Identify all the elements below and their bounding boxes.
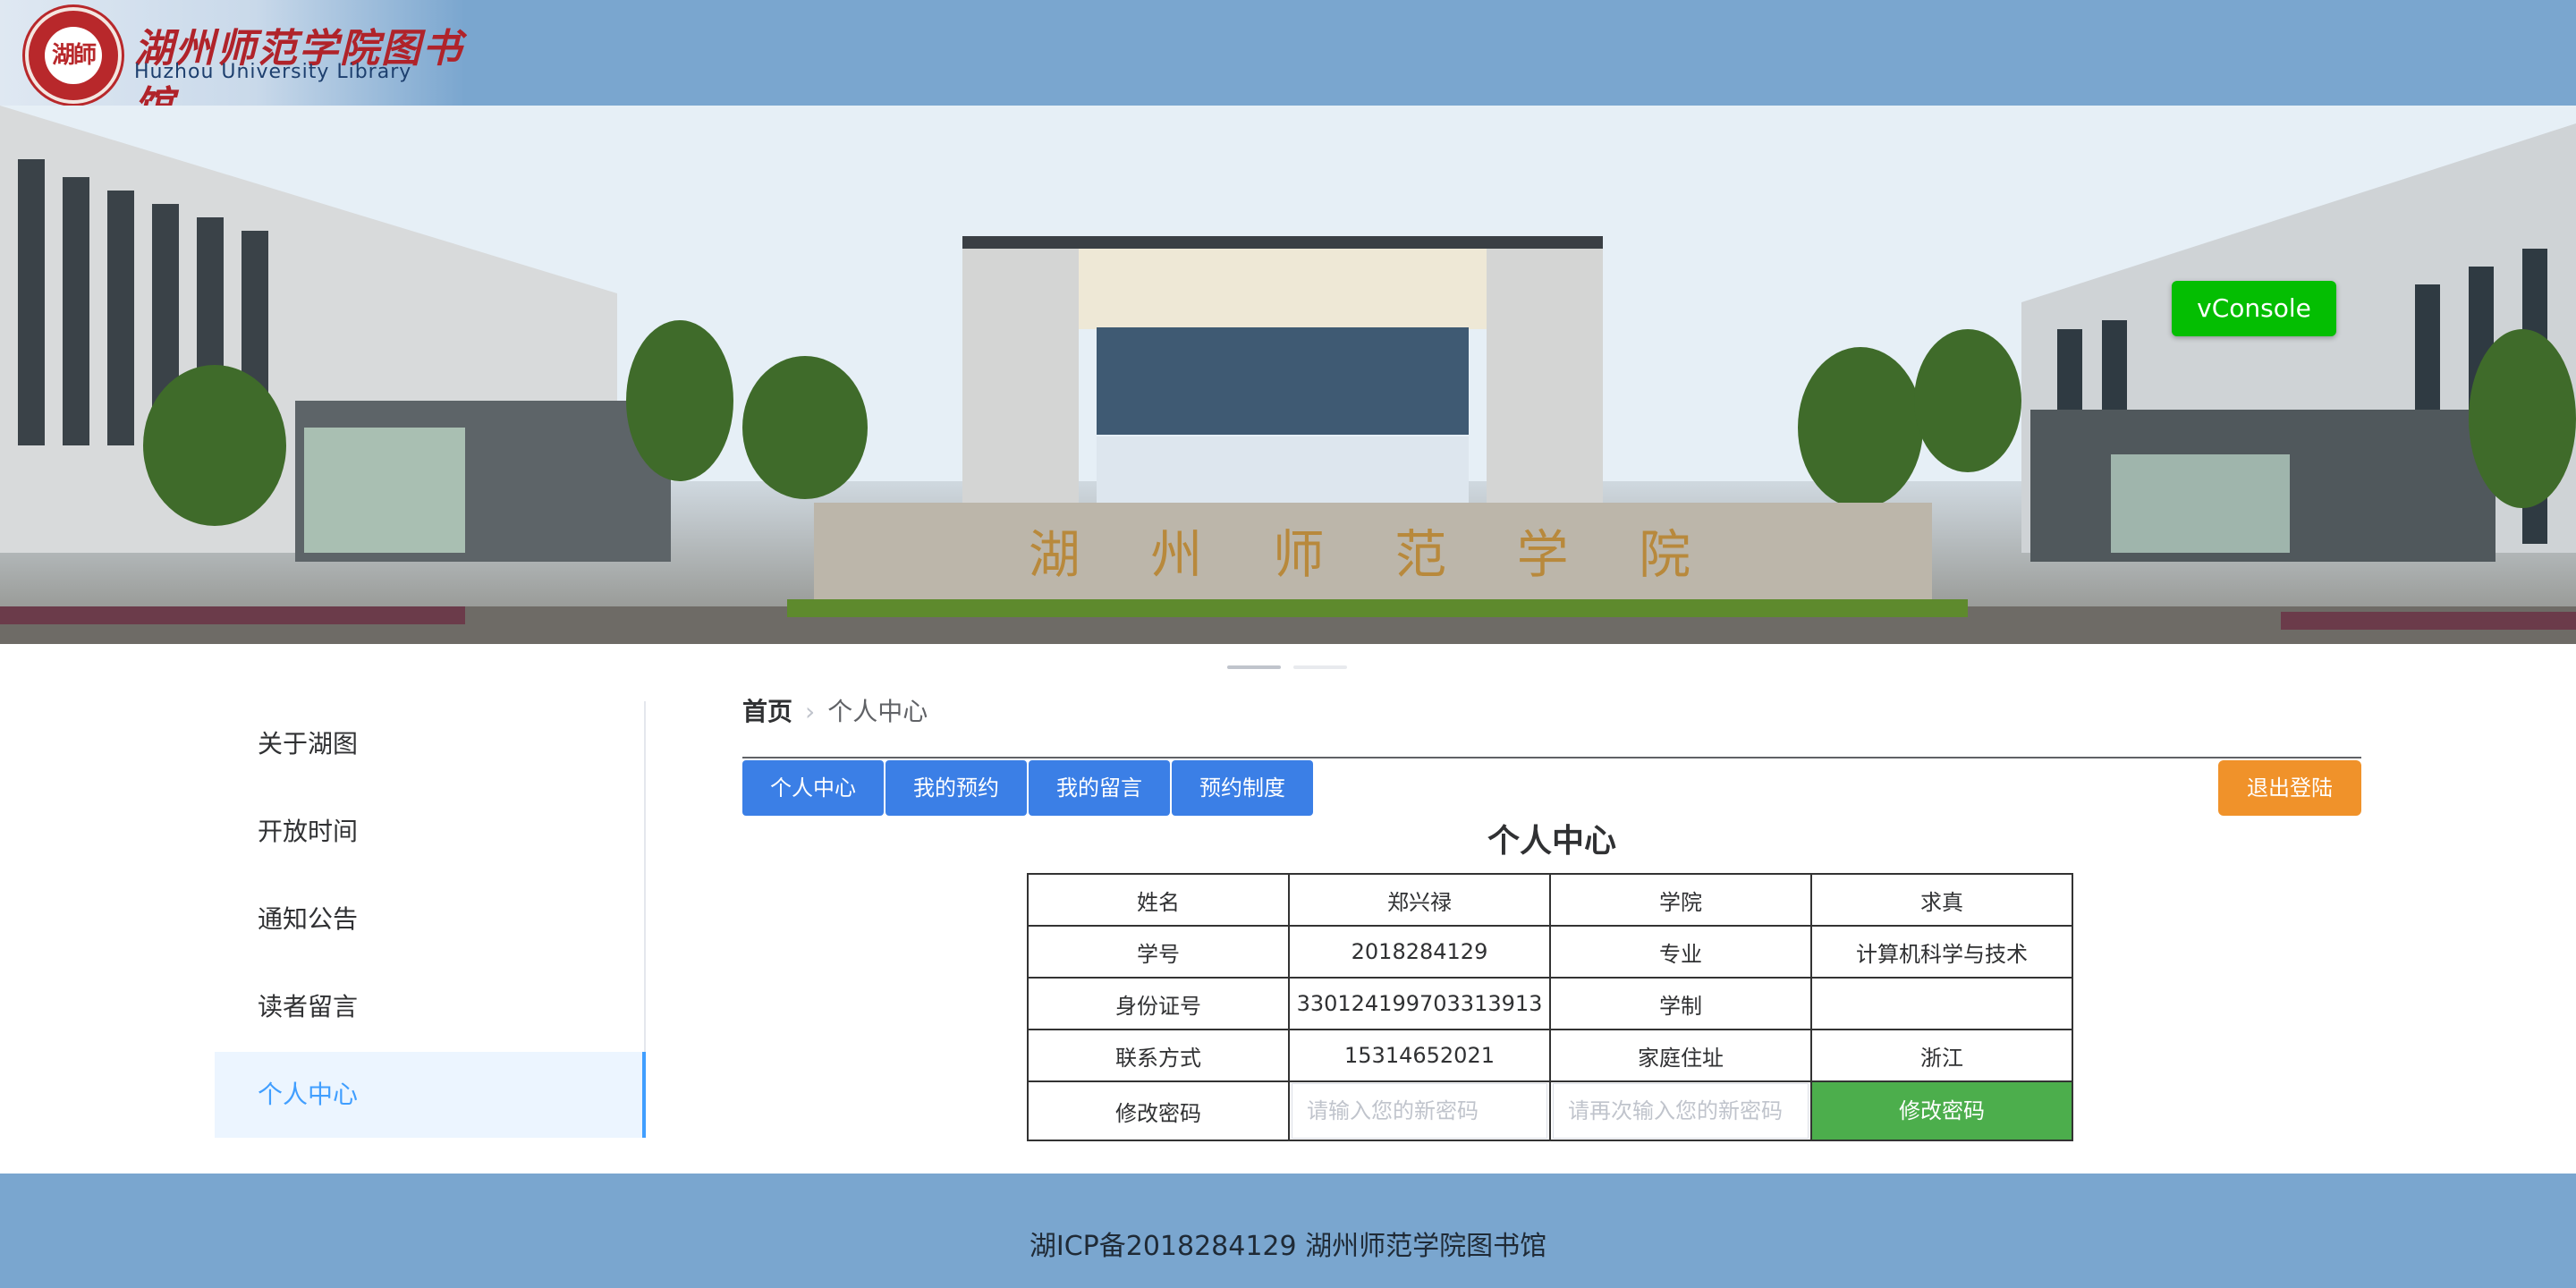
chevron-right-icon: › <box>805 697 816 726</box>
table-cell: 身份证号 <box>1029 979 1288 1029</box>
breadcrumb: 首页 › 个人中心 <box>742 694 928 730</box>
gate-sign-text: 湖 州 师 范 学 院 <box>1029 524 1717 585</box>
page-title: 个人中心 <box>1487 823 1616 860</box>
sidebar-nav: 关于湖图 开放时间 通知公告 读者留言 个人中心 <box>215 701 646 1138</box>
tab-reservation-rules[interactable]: 预约制度 <box>1172 760 1313 816</box>
table-cell <box>1812 979 2072 1029</box>
seal-text: 湖師 <box>45 27 102 84</box>
table-cell: 计算机科学与技术 <box>1812 927 2072 977</box>
footer-icp-text: 湖ICP备2018284129 湖州师范学院图书馆 <box>1029 1231 1547 1262</box>
table-row: 身份证号 330124199703313913 学制 <box>1029 979 2072 1029</box>
table-cell: 浙江 <box>1812 1030 2072 1080</box>
breadcrumb-divider <box>742 757 2361 758</box>
sidebar-item-notices[interactable]: 通知公告 <box>215 877 642 962</box>
table-row: 学号 2018284129 专业 计算机科学与技术 <box>1029 927 2072 977</box>
new-password-cell <box>1290 1082 1549 1140</box>
tab-profile[interactable]: 个人中心 <box>742 760 884 816</box>
library-name-en: Huzhou University Library <box>134 61 412 83</box>
sidebar-item-about[interactable]: 关于湖图 <box>215 701 642 787</box>
change-password-button[interactable]: 修改密码 <box>1812 1082 2072 1140</box>
breadcrumb-home-link[interactable]: 首页 <box>742 697 792 726</box>
campus-gate-illustration: 湖 州 师 范 学 院 <box>0 106 2576 644</box>
sidebar-item-hours[interactable]: 开放时间 <box>215 789 642 875</box>
table-cell: 15314652021 <box>1290 1030 1549 1080</box>
vconsole-button[interactable]: vConsole <box>2172 281 2336 336</box>
table-row: 姓名 郑兴禄 学院 求真 <box>1029 875 2072 925</box>
sidebar-item-profile[interactable]: 个人中心 <box>215 1052 646 1138</box>
breadcrumb-current: 个人中心 <box>827 697 928 726</box>
confirm-password-input[interactable] <box>1553 1083 1809 1139</box>
table-cell: 联系方式 <box>1029 1030 1288 1080</box>
table-cell: 家庭住址 <box>1551 1030 1810 1080</box>
table-cell: 求真 <box>1812 875 2072 925</box>
site-header: 湖師 湖州师范学院图书馆 Huzhou University Library <box>0 0 2576 129</box>
table-cell: 郑兴禄 <box>1290 875 1549 925</box>
table-cell: 330124199703313913 <box>1290 979 1549 1029</box>
table-cell: 专业 <box>1551 927 1810 977</box>
password-label: 修改密码 <box>1029 1082 1288 1140</box>
tab-my-messages[interactable]: 我的留言 <box>1029 760 1170 816</box>
password-row: 修改密码 修改密码 <box>1029 1082 2072 1140</box>
confirm-password-cell <box>1551 1082 1810 1140</box>
carousel-indicator-2[interactable] <box>1293 665 1347 669</box>
logo[interactable]: 湖師 湖州师范学院图书馆 Huzhou University Library <box>0 0 465 129</box>
change-password-cell: 修改密码 <box>1812 1082 2072 1140</box>
tab-my-reservations[interactable]: 我的预约 <box>886 760 1027 816</box>
carousel-indicator-1[interactable] <box>1227 665 1281 669</box>
sidebar-item-messages[interactable]: 读者留言 <box>215 964 642 1050</box>
table-cell: 学制 <box>1551 979 1810 1029</box>
university-seal-icon: 湖師 <box>25 7 122 104</box>
profile-table: 姓名 郑兴禄 学院 求真 学号 2018284129 专业 计算机科学与技术 身… <box>1027 873 2073 1141</box>
table-cell: 2018284129 <box>1290 927 1549 977</box>
table-cell: 学号 <box>1029 927 1288 977</box>
table-cell: 姓名 <box>1029 875 1288 925</box>
table-row: 联系方式 15314652021 家庭住址 浙江 <box>1029 1030 2072 1080</box>
logout-button[interactable]: 退出登陆 <box>2218 760 2361 816</box>
new-password-input[interactable] <box>1292 1083 1547 1139</box>
campus-banner-image: 湖 州 师 范 学 院 <box>0 106 2576 644</box>
table-cell: 学院 <box>1551 875 1810 925</box>
